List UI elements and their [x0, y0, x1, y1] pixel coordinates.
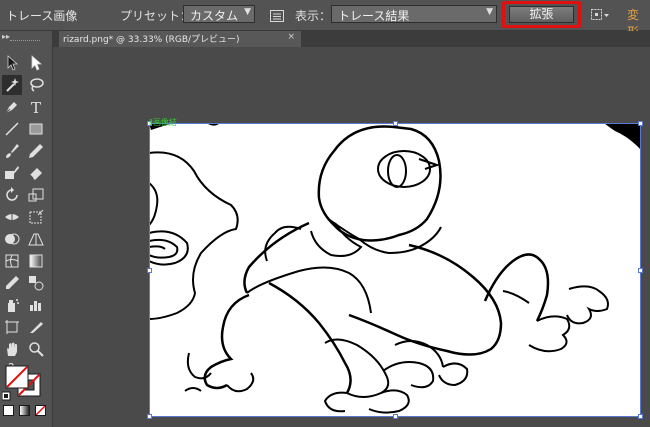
grip-dots [10, 40, 40, 41]
column-graph-tool-icon[interactable] [26, 295, 46, 315]
control-bar: トレース画像 プリセット： カスタム ▼ 表示： トレース結果 ▼ 拡張 変形 [0, 0, 650, 39]
expand-highlight: 拡張 [502, 1, 581, 28]
expand-button[interactable]: 拡張 [509, 6, 574, 23]
perspective-grid-tool-icon[interactable] [26, 229, 46, 249]
gradient-mode-icon[interactable] [19, 405, 30, 416]
artboard-tool-icon[interactable] [2, 317, 22, 337]
resize-handle-bottom[interactable] [393, 414, 398, 419]
pencil-tool-icon[interactable] [26, 141, 46, 161]
width-tool-icon[interactable] [2, 207, 22, 227]
close-icon[interactable]: × [287, 32, 295, 42]
magic-wand-tool-icon[interactable] [2, 75, 22, 95]
tools-panel: ▸▸ T ? [0, 31, 53, 427]
eraser-tool-icon[interactable] [26, 163, 46, 183]
type-tool-icon[interactable]: T [26, 97, 46, 117]
collapse-arrows-icon[interactable]: ▸▸ [2, 32, 10, 41]
resize-handle-top-right[interactable] [638, 121, 643, 126]
pen-tool-icon[interactable] [2, 97, 22, 117]
dropdown-arrow-icon: ▼ [486, 7, 493, 17]
align-options-icon[interactable] [590, 7, 610, 21]
slice-tool-icon[interactable] [26, 317, 46, 337]
svg-text:T: T [31, 99, 41, 115]
blob-brush-tool-icon[interactable] [2, 163, 22, 183]
symbol-sprayer-tool-icon[interactable] [2, 295, 22, 315]
eyedropper-tool-icon[interactable] [2, 273, 22, 293]
resize-handle-bottom-left[interactable] [147, 414, 152, 419]
paintbrush-tool-icon[interactable] [2, 141, 22, 161]
hand-tool-icon[interactable] [2, 339, 22, 359]
control-bar-title: トレース画像 [6, 9, 78, 23]
dropdown-arrow-icon: ▼ [244, 7, 251, 17]
selection-bounding-box [149, 123, 641, 417]
shape-builder-tool-icon[interactable] [2, 229, 22, 249]
line-tool-icon[interactable] [2, 119, 22, 139]
display-value: トレース結果 [338, 9, 410, 23]
object-tag-label: Ⅱ画像結 [149, 118, 177, 127]
tools-panel-grip[interactable]: ▸▸ [0, 31, 52, 45]
rectangle-tool-icon[interactable] [26, 119, 46, 139]
tracing-panel-icon[interactable] [270, 7, 284, 22]
display-select[interactable]: トレース結果 ▼ [331, 5, 497, 23]
zoom-tool-icon[interactable] [26, 339, 46, 359]
lasso-tool-icon[interactable] [26, 75, 46, 95]
resize-handle-bottom-right[interactable] [638, 414, 643, 419]
resize-handle-left[interactable] [147, 268, 152, 273]
none-mode-icon[interactable] [35, 405, 46, 416]
free-transform-tool-icon[interactable] [26, 207, 46, 227]
document-tab-bar: rizard.png* @ 33.33% (RGB/プレビュー) × [53, 31, 650, 47]
resize-handle-top[interactable] [393, 121, 398, 126]
mesh-tool-icon[interactable] [2, 251, 22, 271]
preset-label: プリセット： [120, 9, 193, 23]
gradient-tool-icon[interactable] [26, 251, 46, 271]
display-label: 表示： [295, 9, 332, 23]
preset-select[interactable]: カスタム ▼ [183, 5, 255, 23]
document-tab[interactable]: rizard.png* @ 33.33% (RGB/プレビュー) × [59, 31, 301, 47]
document-tab-title: rizard.png* @ 33.33% (RGB/プレビュー) [63, 35, 240, 45]
resize-handle-right[interactable] [638, 268, 643, 273]
normal-mode-icon[interactable] [3, 405, 14, 416]
rotate-tool-icon[interactable] [2, 185, 22, 205]
fill-stroke-swatch-icon[interactable] [1, 364, 48, 402]
direct-selection-tool-icon[interactable] [26, 53, 46, 73]
preset-value: カスタム [190, 9, 239, 23]
selection-tool-icon[interactable] [2, 53, 22, 73]
scale-tool-icon[interactable] [26, 185, 46, 205]
blend-tool-icon[interactable] [26, 273, 46, 293]
